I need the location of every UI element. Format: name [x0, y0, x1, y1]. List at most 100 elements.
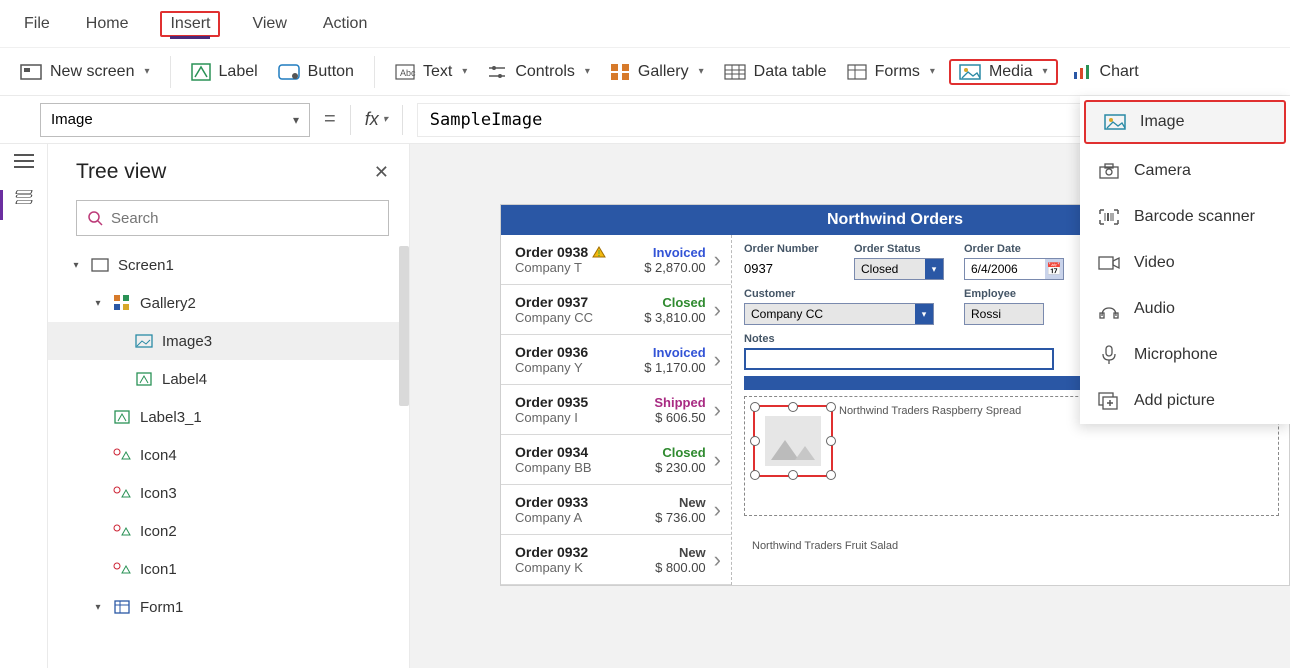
- resize-handle[interactable]: [750, 470, 760, 480]
- active-indicator: [0, 190, 3, 220]
- button-icon: [278, 64, 300, 80]
- new-screen-button[interactable]: New screen ▾: [14, 59, 156, 85]
- order-row[interactable]: Order 0935 Company IShipped$ 606.50›: [501, 385, 731, 435]
- order-price: $ 230.00: [636, 460, 706, 475]
- menu-action[interactable]: Action: [319, 11, 371, 37]
- order-company: Company T: [515, 260, 636, 275]
- order-number: Order 0934: [515, 444, 636, 460]
- order-number-value: 0937: [744, 258, 834, 276]
- resize-handle[interactable]: [788, 470, 798, 480]
- label-button[interactable]: Label: [185, 59, 264, 85]
- menu-view[interactable]: View: [248, 11, 290, 37]
- image-icon: [1104, 114, 1126, 130]
- scrollbar[interactable]: [399, 246, 409, 406]
- tree-title: Tree view: [76, 160, 166, 184]
- order-row[interactable]: Order 0936 Company YInvoiced$ 1,170.00›: [501, 335, 731, 385]
- tree-item-screen1[interactable]: ▾ Screen1: [48, 246, 409, 284]
- order-status-select[interactable]: Closed▾: [854, 258, 944, 280]
- screen-icon: [91, 258, 109, 272]
- search-icon: [87, 210, 103, 226]
- item-caption: Northwind Traders Raspberry Spread: [839, 405, 1021, 417]
- order-row[interactable]: Order 0934 Company BBClosed$ 230.00›: [501, 435, 731, 485]
- tree-item-label: Gallery2: [140, 295, 196, 312]
- separator: [402, 105, 403, 135]
- tree-item-gallery2[interactable]: ▾ Gallery2: [48, 284, 409, 322]
- controls-button[interactable]: Controls ▾: [481, 59, 596, 85]
- chevron-down-icon: ▾: [92, 602, 104, 613]
- warning-icon: [592, 246, 606, 258]
- menu-home[interactable]: Home: [82, 11, 133, 37]
- image-control-selected[interactable]: [753, 405, 833, 477]
- media-item-barcode[interactable]: Barcode scanner: [1080, 194, 1290, 240]
- chevron-right-icon: ›: [714, 497, 721, 523]
- customer-select[interactable]: Company CC▾: [744, 303, 934, 325]
- resize-handle[interactable]: [750, 402, 760, 412]
- tree-view-icon[interactable]: [13, 188, 35, 206]
- media-item-label: Barcode scanner: [1134, 208, 1255, 226]
- menu-insert[interactable]: Insert: [160, 11, 220, 37]
- fx-button[interactable]: fx▾: [365, 109, 388, 130]
- media-item-image[interactable]: Image: [1084, 100, 1286, 144]
- property-value: Image: [51, 111, 93, 128]
- menu-file[interactable]: File: [20, 11, 54, 37]
- tree-item-icon2[interactable]: Icon2: [48, 512, 409, 550]
- media-item-label: Video: [1134, 254, 1175, 272]
- button-button[interactable]: Button: [272, 59, 360, 85]
- tree-item-form1[interactable]: ▾ Form1: [48, 588, 409, 626]
- resize-handle[interactable]: [750, 436, 760, 446]
- order-row[interactable]: Order 0932 Company KNew$ 800.00›: [501, 535, 731, 585]
- tree-search[interactable]: [76, 200, 389, 236]
- chart-label: Chart: [1100, 63, 1139, 81]
- order-company: Company CC: [515, 310, 636, 325]
- media-button[interactable]: Media ▾: [949, 59, 1058, 85]
- gallery-button[interactable]: Gallery ▾: [604, 59, 710, 85]
- search-input[interactable]: [111, 210, 378, 227]
- tree-item-icon4[interactable]: Icon4: [48, 436, 409, 474]
- resize-handle[interactable]: [788, 402, 798, 412]
- item-label: Northwind Traders Fruit Salad: [752, 540, 1279, 552]
- media-item-video[interactable]: Video: [1080, 240, 1290, 286]
- hamburger-icon[interactable]: [14, 154, 34, 168]
- tree-item-icon3[interactable]: Icon3: [48, 474, 409, 512]
- field-label: Order Status: [854, 243, 944, 255]
- order-row[interactable]: Order 0937 Company CCClosed$ 3,810.00›: [501, 285, 731, 335]
- order-status: New: [636, 495, 706, 510]
- tree-item-label: Label4: [162, 371, 207, 388]
- table-icon: [724, 64, 746, 80]
- date-value: 6/4/2006: [971, 262, 1018, 276]
- order-row[interactable]: Order 0938 Company TInvoiced$ 2,870.00›: [501, 235, 731, 285]
- resize-handle[interactable]: [826, 402, 836, 412]
- new-screen-label: New screen: [50, 63, 134, 81]
- media-item-camera[interactable]: Camera: [1080, 148, 1290, 194]
- resize-handle[interactable]: [826, 436, 836, 446]
- employee-select[interactable]: Rossi: [964, 303, 1044, 325]
- field-label: Order Date: [964, 243, 1064, 255]
- tree-list: ▾ Screen1 ▾ Gallery2 Image3 Label4 Label…: [48, 246, 409, 626]
- order-price: $ 3,810.00: [636, 310, 706, 325]
- close-icon[interactable]: ✕: [374, 162, 389, 183]
- order-date-input[interactable]: 6/4/2006📅: [964, 258, 1064, 280]
- property-select[interactable]: Image ▾: [40, 103, 310, 137]
- tree-item-label4[interactable]: Label4: [48, 360, 409, 398]
- label-icon: [136, 372, 152, 386]
- text-button[interactable]: Abc Text ▾: [389, 59, 473, 85]
- audio-icon: [1099, 300, 1119, 318]
- forms-button[interactable]: Forms ▾: [841, 59, 941, 85]
- data-table-button[interactable]: Data table: [718, 59, 833, 85]
- resize-handle[interactable]: [826, 470, 836, 480]
- media-item-audio[interactable]: Audio: [1080, 286, 1290, 332]
- media-item-add-picture[interactable]: Add picture: [1080, 378, 1290, 424]
- media-item-label: Camera: [1134, 162, 1191, 180]
- order-number: Order 0937: [515, 294, 636, 310]
- chart-button[interactable]: Chart: [1066, 59, 1145, 85]
- field-label: Customer: [744, 288, 944, 300]
- tree-item-label3-1[interactable]: Label3_1: [48, 398, 409, 436]
- media-item-microphone[interactable]: Microphone: [1080, 332, 1290, 378]
- tree-item-icon1[interactable]: Icon1: [48, 550, 409, 588]
- camera-icon: [1099, 163, 1119, 179]
- tree-item-label: Screen1: [118, 257, 174, 274]
- ribbon: New screen ▾ Label Button Abc Text ▾ Con…: [0, 48, 1290, 96]
- order-row[interactable]: Order 0933 Company ANew$ 736.00›: [501, 485, 731, 535]
- notes-input[interactable]: [744, 348, 1054, 370]
- tree-item-image3[interactable]: Image3: [48, 322, 409, 360]
